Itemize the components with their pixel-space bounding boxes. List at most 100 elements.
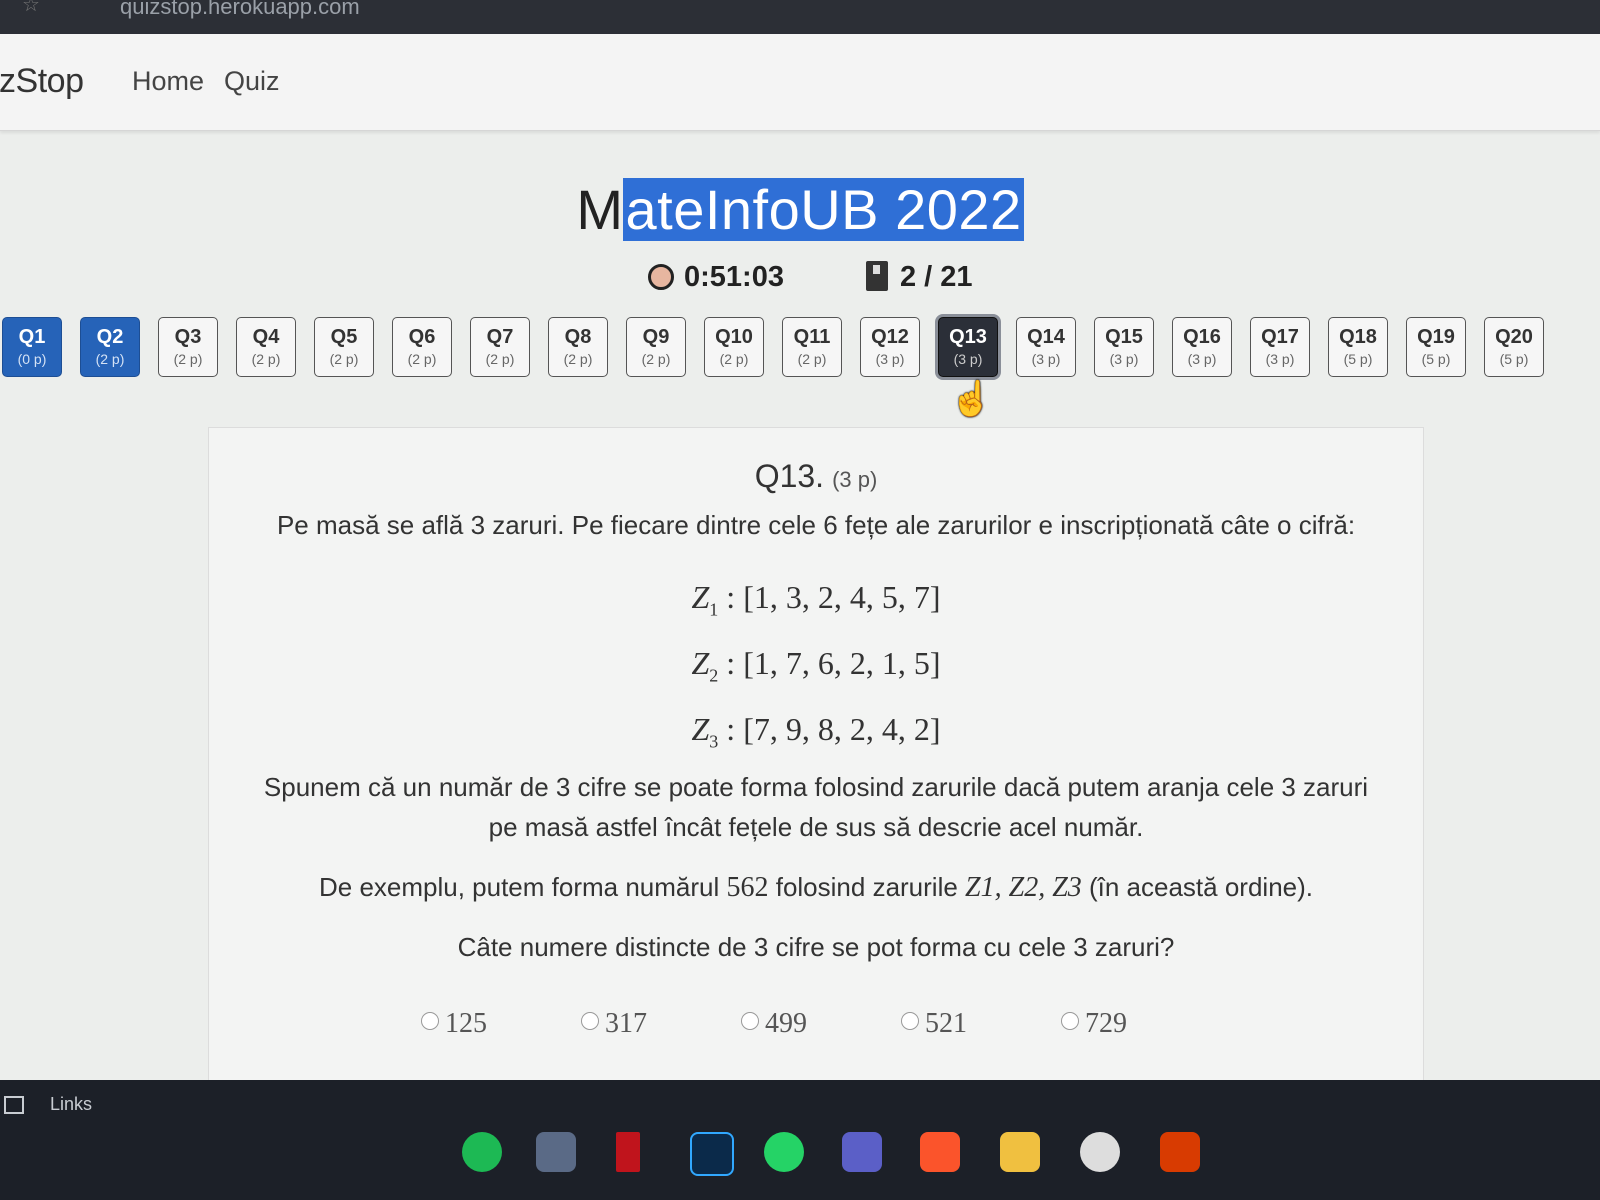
question-heading: Q13. (3 p) bbox=[209, 458, 1423, 495]
example-mid: folosind zarurile bbox=[768, 872, 966, 902]
question-nav-points: (2 p) bbox=[173, 351, 203, 367]
answer-option[interactable]: 317 bbox=[581, 1008, 647, 1040]
question-nav-points: (3 p) bbox=[1031, 351, 1061, 367]
store-icon[interactable] bbox=[536, 1132, 576, 1172]
question-nav-label: Q7 bbox=[486, 326, 514, 348]
question-nav-label: Q3 bbox=[174, 326, 202, 348]
question-nav-label: Q4 bbox=[252, 326, 280, 348]
book-icon bbox=[866, 261, 888, 291]
question-nav-button[interactable]: Q14 (3 p) bbox=[1016, 317, 1076, 377]
question-nav-label: Q12 bbox=[871, 326, 909, 348]
question-nav-button[interactable]: Q19 (5 p) bbox=[1406, 317, 1466, 377]
question-nav-button[interactable]: Q2 (2 p) bbox=[80, 317, 140, 377]
quiz-title-plain: M bbox=[576, 178, 624, 241]
question-ask: Câte numere distincte de 3 cifre se pot … bbox=[457, 932, 1175, 962]
question-navigator: Q1 (0 p) Q2 (2 p) Q3 (2 p) Q4 (2 p) Q5 (2 p) Q6 (2 … bbox=[0, 317, 1600, 397]
hand-cursor-icon: ☝ bbox=[950, 380, 993, 418]
question-nav-button[interactable]: Q9 (2 p) bbox=[626, 317, 686, 377]
dice-name: Z bbox=[691, 579, 710, 615]
question-nav-label: Q16 bbox=[1183, 326, 1221, 348]
question-nav-button[interactable]: Q10 (2 p) bbox=[704, 317, 764, 377]
nav-quiz-link[interactable]: Quiz bbox=[224, 66, 280, 97]
brand-logo[interactable]: izStop bbox=[0, 62, 84, 101]
taskbar-links-label[interactable]: Links bbox=[50, 1094, 92, 1115]
file-explorer-icon[interactable] bbox=[1000, 1132, 1040, 1172]
question-nav-button[interactable]: Q3 (2 p) bbox=[158, 317, 218, 377]
answer-option[interactable]: 521 bbox=[901, 1008, 967, 1040]
answer-option[interactable]: 499 bbox=[741, 1008, 807, 1040]
radio-button[interactable] bbox=[581, 1012, 599, 1030]
example-number: 562 bbox=[726, 872, 769, 903]
radio-button[interactable] bbox=[901, 1012, 919, 1030]
office-icon[interactable] bbox=[1160, 1132, 1200, 1172]
radio-button[interactable] bbox=[741, 1012, 759, 1030]
question-nav-button[interactable]: Q20 (5 p) bbox=[1484, 317, 1544, 377]
timer-value: 0:51:03 bbox=[684, 261, 784, 293]
answer-label: 729 bbox=[1085, 1008, 1127, 1039]
dice-line-2: Z2 : [1, 7, 6, 2, 1, 5] bbox=[209, 644, 1423, 694]
question-nav-button[interactable]: Q7 (2 p) bbox=[470, 317, 530, 377]
question-nav-points: (2 p) bbox=[329, 351, 359, 367]
question-nav-points: (2 p) bbox=[407, 351, 437, 367]
question-nav-points: (2 p) bbox=[563, 351, 593, 367]
address-url[interactable]: quizstop.herokuapp.com bbox=[120, 0, 360, 20]
dice-line-1: Z1 : [1, 3, 2, 4, 5, 7] bbox=[209, 578, 1423, 628]
progress-counter: 2 / 21 bbox=[866, 261, 973, 294]
brave-icon[interactable] bbox=[920, 1132, 960, 1172]
example-start: De exemplu, putem forma numărul bbox=[318, 872, 727, 902]
answer-option[interactable]: 729 bbox=[1061, 1008, 1127, 1040]
radio-button[interactable] bbox=[1061, 1012, 1079, 1030]
teams-icon[interactable] bbox=[842, 1132, 882, 1172]
question-nav-points: (2 p) bbox=[797, 351, 827, 367]
nav-home-link[interactable]: Home bbox=[132, 66, 204, 97]
example-dice: Z1, Z2, Z3 bbox=[965, 872, 1082, 903]
question-nav-label: Q10 bbox=[715, 326, 753, 348]
widgets-icon[interactable] bbox=[4, 1096, 24, 1114]
question-nav-button[interactable]: Q1 (0 p) bbox=[2, 317, 62, 377]
question-nav-label: Q1 bbox=[18, 326, 46, 348]
taskbar: Links bbox=[0, 1080, 1600, 1200]
progress-value: 2 / 21 bbox=[900, 261, 973, 293]
question-nav-button[interactable]: Q13 (3 p) bbox=[938, 317, 998, 377]
dice-faces: : [1, 3, 2, 4, 5, 7] bbox=[726, 579, 941, 615]
photoshop-icon[interactable] bbox=[690, 1132, 734, 1176]
alarm-clock-icon bbox=[648, 264, 674, 290]
whatsapp-icon[interactable] bbox=[764, 1132, 804, 1172]
question-nav-label: Q17 bbox=[1261, 326, 1299, 348]
question-nav-label: Q18 bbox=[1339, 326, 1377, 348]
question-nav-label: Q11 bbox=[793, 326, 831, 348]
question-nav-points: (0 p) bbox=[17, 351, 47, 367]
question-nav-button[interactable]: Q17 (3 p) bbox=[1250, 317, 1310, 377]
question-nav-label: Q14 bbox=[1027, 326, 1065, 348]
quiz-title: MateInfoUB 2022 bbox=[0, 177, 1600, 242]
dice-line-3: Z3 : [7, 9, 8, 2, 4, 2] bbox=[209, 710, 1423, 760]
question-nav-button[interactable]: Q11 (2 p) bbox=[782, 317, 842, 377]
question-nav-points: (3 p) bbox=[875, 351, 905, 367]
browser-address-strip: ☆ quizstop.herokuapp.com bbox=[0, 0, 1600, 34]
question-nav-button[interactable]: Q12 (3 p) bbox=[860, 317, 920, 377]
spotify-icon[interactable] bbox=[462, 1132, 502, 1172]
question-nav-button[interactable]: Q18 (5 p) bbox=[1328, 317, 1388, 377]
radio-button[interactable] bbox=[421, 1012, 439, 1030]
star-icon[interactable]: ☆ bbox=[22, 0, 40, 17]
question-nav-button[interactable]: Q5 (2 p) bbox=[314, 317, 374, 377]
question-nav-button[interactable]: Q6 (2 p) bbox=[392, 317, 452, 377]
quiz-meta: 0:51:03 2 / 21 bbox=[0, 261, 1600, 301]
dice-faces: : [1, 7, 6, 2, 1, 5] bbox=[726, 645, 941, 681]
navbar: izStop Home Quiz bbox=[0, 34, 1600, 131]
chrome-icon[interactable] bbox=[1080, 1132, 1120, 1172]
rule-line-2: pe masă astfel încât fețele de sus să de… bbox=[488, 812, 1144, 842]
question-nav-button[interactable]: Q16 (3 p) bbox=[1172, 317, 1232, 377]
question-nav-points: (2 p) bbox=[95, 351, 125, 367]
question-nav-points: (3 p) bbox=[1187, 351, 1217, 367]
netflix-icon[interactable] bbox=[616, 1132, 640, 1172]
answer-option[interactable]: 125 bbox=[421, 1008, 487, 1040]
question-nav-button[interactable]: Q4 (2 p) bbox=[236, 317, 296, 377]
question-nav-button[interactable]: Q15 (3 p) bbox=[1094, 317, 1154, 377]
example-text: De exemplu, putem forma numărul 562 folo… bbox=[209, 868, 1423, 907]
question-points: (3 p) bbox=[832, 467, 878, 492]
question-nav-button[interactable]: Q8 (2 p) bbox=[548, 317, 608, 377]
question-nav-label: Q20 bbox=[1495, 326, 1533, 348]
dice-name: Z bbox=[691, 711, 710, 747]
main-content: MateInfoUB 2022 0:51:03 2 / 21 Q1 (0 p) Q2… bbox=[0, 131, 1600, 1129]
